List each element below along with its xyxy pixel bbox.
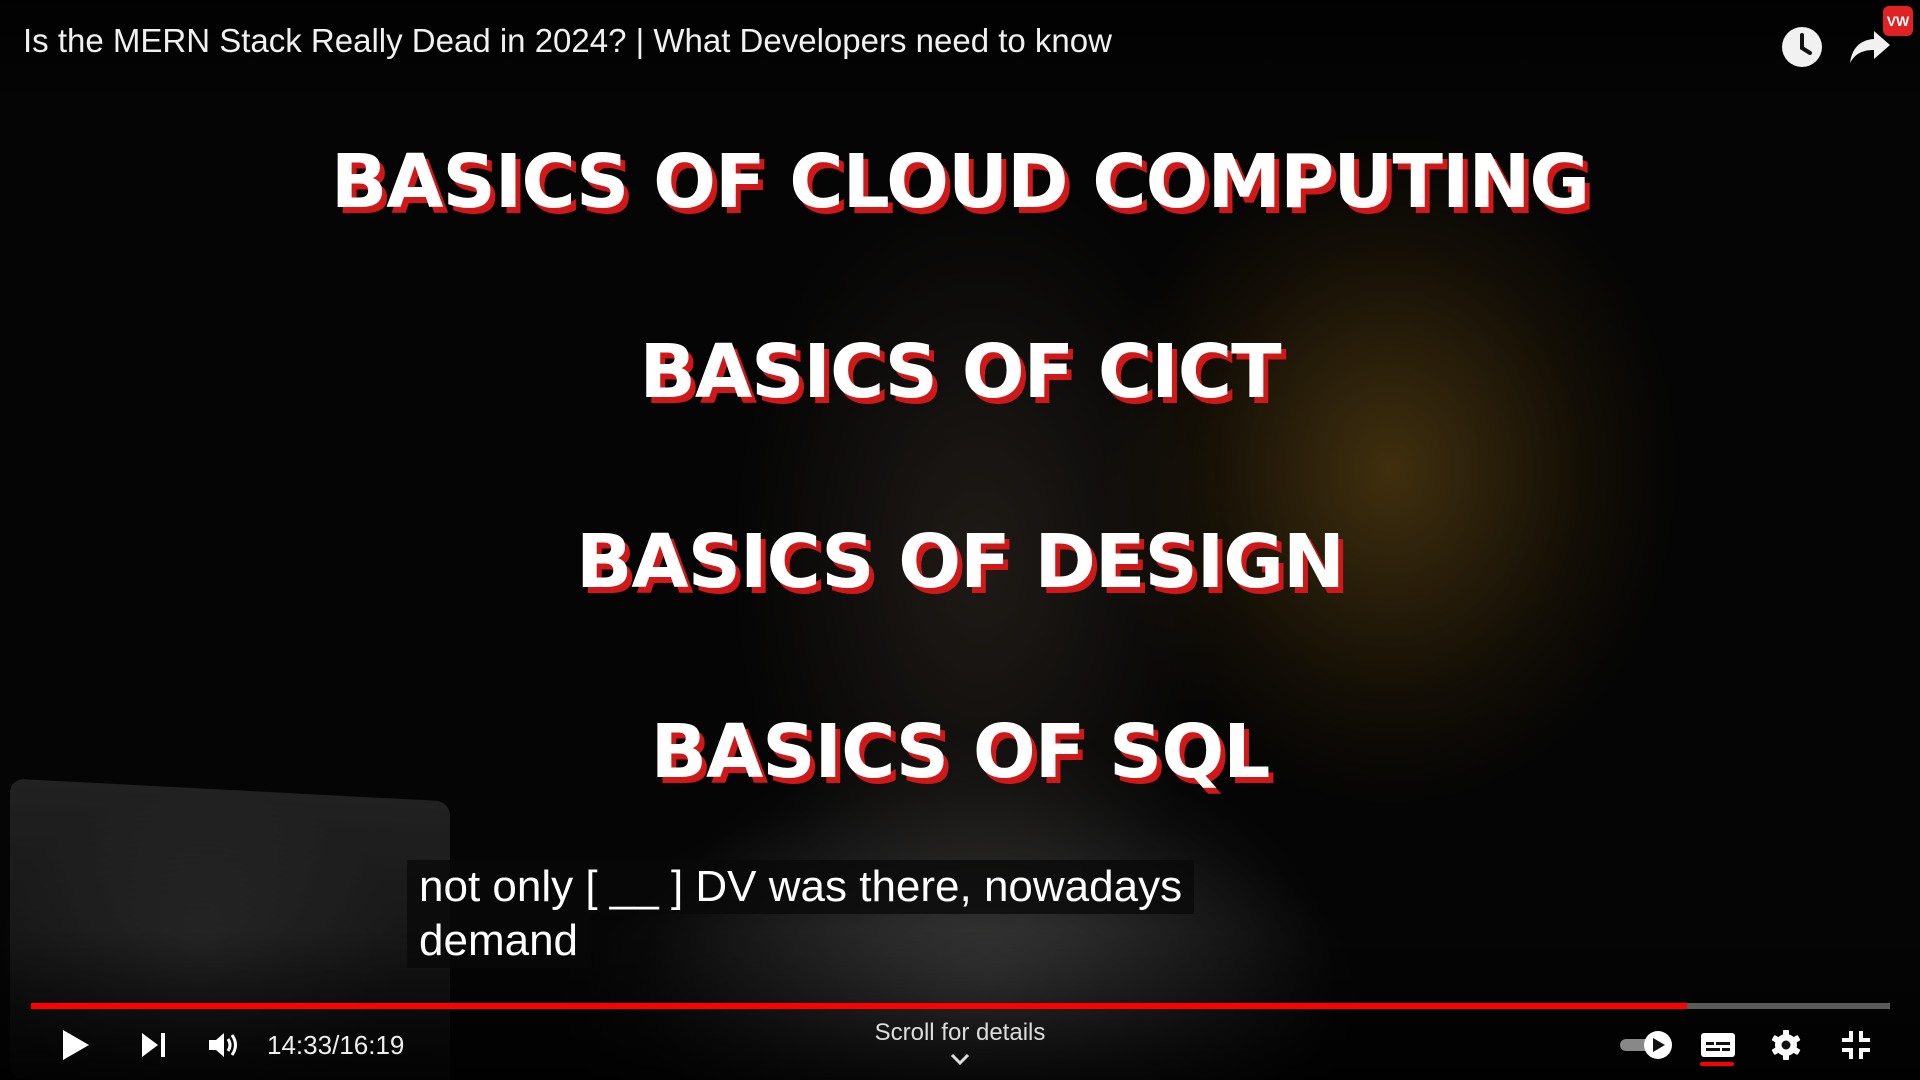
- gear-icon: [1771, 1030, 1801, 1060]
- scroll-for-details[interactable]: Scroll for details: [760, 1019, 1160, 1047]
- subtitles-active-indicator: [1700, 1062, 1734, 1066]
- caption-window[interactable]: not only [ __ ] DV was there, nowadays d…: [407, 860, 1195, 968]
- player-controls: 14:33 / 16:19 Scroll for details: [0, 1015, 1920, 1075]
- video-title[interactable]: Is the MERN Stack Really Dead in 2024? |…: [23, 22, 1112, 60]
- subtitles-button[interactable]: [1690, 1015, 1746, 1075]
- settings-button[interactable]: [1760, 1015, 1812, 1075]
- headline-sql: BASICS OF SQL: [650, 709, 1271, 795]
- headline-cict: BASICS OF CICT: [639, 329, 1281, 415]
- exit-fullscreen-button[interactable]: [1830, 1015, 1882, 1075]
- chevron-down-icon: [950, 1053, 970, 1066]
- duration: 16:19: [339, 1029, 405, 1060]
- current-time: 14:33: [267, 1029, 333, 1060]
- volume-button[interactable]: [198, 1015, 250, 1075]
- progress-played: [31, 1003, 1687, 1009]
- watch-later-button[interactable]: [1775, 20, 1829, 74]
- autoplay-toggle-icon: [1620, 1031, 1672, 1059]
- autoplay-toggle[interactable]: [1616, 1015, 1678, 1075]
- subtitles-icon: [1701, 1033, 1735, 1057]
- extension-badge[interactable]: VW: [1883, 6, 1913, 36]
- volume-icon: [209, 1033, 237, 1057]
- progress-bar[interactable]: [31, 1003, 1890, 1009]
- headline-cloud-computing: BASICS OF CLOUD COMPUTING: [330, 139, 1590, 225]
- time-display: 14:33 / 16:19: [267, 1015, 404, 1075]
- next-button[interactable]: [128, 1015, 180, 1075]
- clock-icon: [1782, 27, 1822, 67]
- caption-line-1: not only [ __ ] DV was there, nowadays: [407, 860, 1195, 914]
- caption-line-2: demand: [407, 914, 591, 968]
- play-button[interactable]: [50, 1015, 102, 1075]
- time-separator: /: [332, 1029, 340, 1060]
- headline-design: BASICS OF DESIGN: [576, 519, 1345, 605]
- exit-fullscreen-icon: [1842, 1031, 1870, 1059]
- play-icon: [63, 1030, 89, 1060]
- skip-next-icon: [142, 1033, 165, 1057]
